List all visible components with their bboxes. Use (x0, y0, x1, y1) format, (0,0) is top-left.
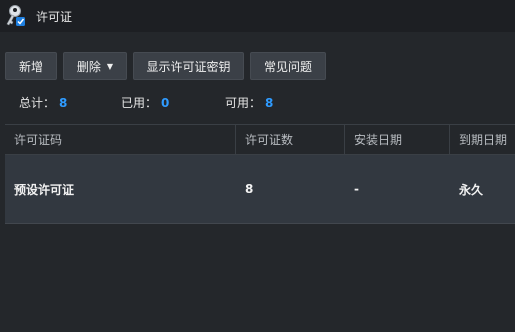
add-button[interactable]: 新增 (5, 52, 57, 80)
title-bar: 许可证 (0, 0, 515, 32)
cell-license-code: 预设许可证 (14, 182, 75, 197)
stat-available: 可用： 8 (225, 94, 273, 111)
add-button-label: 新增 (18, 59, 43, 74)
stat-available-label: 可用： (225, 96, 262, 110)
stat-total-label: 总计： (19, 96, 56, 110)
faq-button-label: 常见问题 (263, 59, 312, 74)
show-license-key-label: 显示许可证密钥 (146, 59, 231, 74)
stat-used: 已用： 0 (121, 94, 225, 111)
key-icon (4, 4, 26, 28)
column-header-install-date[interactable]: 安装日期 (345, 125, 450, 154)
cell-license-count: 8 (245, 182, 254, 196)
faq-button[interactable]: 常见问题 (250, 52, 326, 80)
stat-used-value: 0 (161, 95, 170, 110)
stat-available-value: 8 (265, 95, 274, 110)
table-row[interactable]: 预设许可证 8 - 永久 (5, 155, 515, 224)
table-header: 许可证码 许可证数 安装日期 到期日期 (5, 125, 515, 155)
window-title: 许可证 (36, 9, 73, 24)
stat-used-label: 已用： (121, 96, 158, 110)
column-header-expiry-date[interactable]: 到期日期 (450, 125, 515, 154)
license-stats: 总计： 8 已用： 0 可用： 8 (19, 94, 273, 111)
toolbar: 新增 删除 ▼ 显示许可证密钥 常见问题 (5, 52, 326, 80)
stat-total: 总计： 8 (19, 94, 121, 111)
show-license-key-button[interactable]: 显示许可证密钥 (133, 52, 244, 80)
delete-dropdown-button[interactable]: 删除 ▼ (63, 52, 127, 80)
caret-down-icon: ▼ (106, 61, 114, 71)
column-header-license-code[interactable]: 许可证码 (5, 125, 236, 154)
cell-expiry-date: 永久 (459, 182, 484, 197)
delete-button-label: 删除 (76, 59, 101, 74)
cell-install-date: - (354, 182, 359, 196)
license-table: 许可证码 许可证数 安装日期 到期日期 预设许可证 8 - 永久 (5, 124, 515, 224)
stat-total-value: 8 (59, 95, 68, 110)
column-header-license-count[interactable]: 许可证数 (236, 125, 345, 154)
